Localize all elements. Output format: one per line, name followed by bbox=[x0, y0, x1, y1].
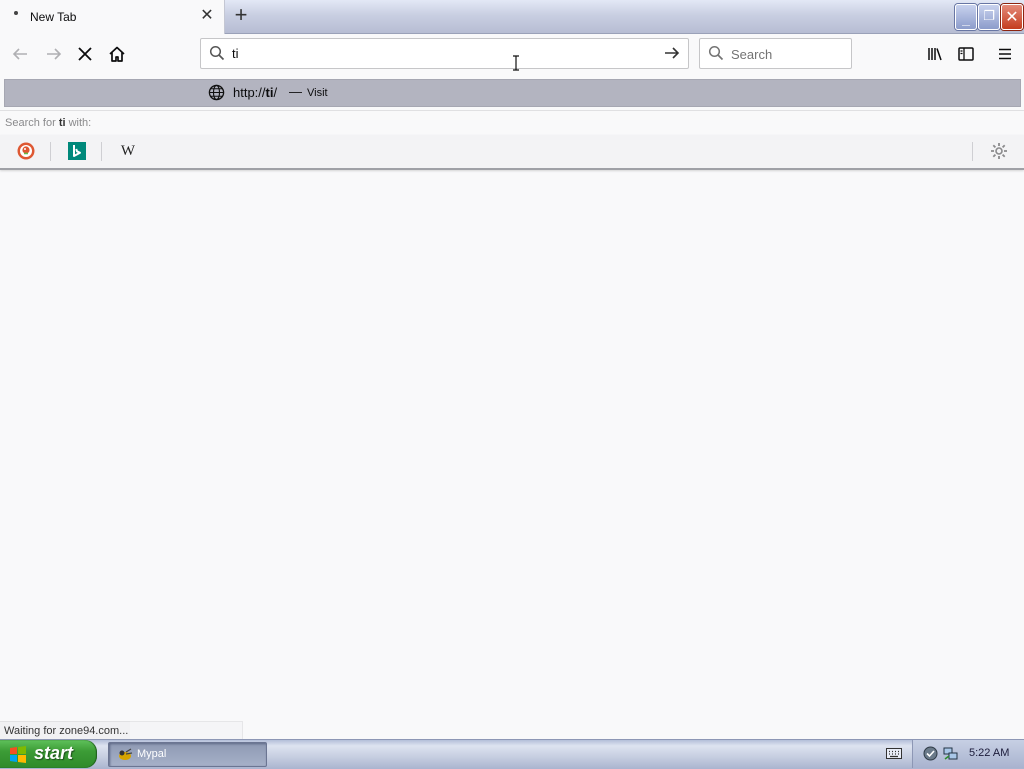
search-icon bbox=[708, 45, 724, 61]
keyboard-icon[interactable] bbox=[886, 746, 902, 760]
library-button[interactable] bbox=[921, 40, 949, 68]
tab-new-tab[interactable]: New Tab ✕ bbox=[0, 0, 225, 34]
forward-button[interactable] bbox=[40, 40, 68, 68]
network-icon[interactable] bbox=[943, 746, 958, 761]
search-for-label: Search for ti with: bbox=[5, 117, 91, 129]
search-for-term: ti bbox=[58, 117, 66, 129]
start-button[interactable]: start bbox=[0, 740, 97, 768]
window-close-button[interactable]: ✕ bbox=[1001, 4, 1023, 30]
status-panel-tail bbox=[130, 721, 243, 740]
text-cursor-icon bbox=[513, 55, 519, 71]
autocomplete-visit-row[interactable]: http://ti/ — Visit bbox=[4, 79, 1021, 107]
home-button[interactable] bbox=[103, 40, 131, 68]
forward-arrow-icon bbox=[47, 48, 62, 60]
wikipedia-engine-button[interactable]: W bbox=[119, 142, 137, 160]
sidebar-icon bbox=[958, 47, 974, 61]
globe-icon bbox=[208, 84, 225, 101]
url-prefix: http:// bbox=[233, 85, 266, 100]
minimize-icon: _ bbox=[962, 11, 970, 27]
sidebar-button[interactable] bbox=[952, 40, 980, 68]
security-shield-icon[interactable] bbox=[923, 746, 938, 761]
tab-loading-icon bbox=[14, 11, 18, 15]
autocomplete-url: http://ti/ bbox=[233, 85, 277, 100]
search-for-prefix: Search for bbox=[5, 117, 59, 129]
go-button[interactable] bbox=[662, 42, 682, 64]
search-for-suffix: with: bbox=[65, 117, 92, 129]
one-off-search-engines: W bbox=[0, 135, 1024, 170]
menu-button[interactable] bbox=[991, 40, 1019, 68]
start-label: start bbox=[34, 743, 74, 763]
tab-title: New Tab bbox=[30, 10, 77, 24]
tab-close-icon[interactable]: ✕ bbox=[199, 7, 215, 25]
hamburger-menu-icon bbox=[999, 48, 1011, 60]
stop-icon bbox=[78, 47, 92, 61]
taskbar-window-label: Mypal bbox=[137, 748, 167, 760]
gear-icon[interactable] bbox=[989, 141, 1009, 161]
engine-separator bbox=[50, 142, 51, 161]
windows-logo-icon bbox=[10, 746, 26, 763]
url-bar[interactable] bbox=[200, 38, 689, 69]
engine-separator bbox=[972, 142, 973, 161]
duckduckgo-engine-button[interactable] bbox=[17, 142, 35, 160]
back-arrow-icon bbox=[12, 48, 27, 60]
restore-icon: ❐ bbox=[983, 8, 995, 23]
go-arrow-icon bbox=[665, 47, 680, 59]
status-panel: Waiting for zone94.com... bbox=[0, 721, 134, 740]
autocomplete-action: Visit bbox=[307, 87, 328, 99]
window-minimize-button[interactable]: _ bbox=[955, 4, 977, 30]
search-for-header: Search for ti with: bbox=[0, 110, 1024, 136]
library-icon bbox=[928, 48, 942, 61]
new-tab-button[interactable]: + bbox=[229, 4, 253, 28]
url-input[interactable] bbox=[232, 44, 652, 62]
taskbar-window-button[interactable]: Mypal bbox=[108, 742, 267, 767]
autocomplete-separator: — bbox=[289, 84, 302, 99]
window-restore-button[interactable]: ❐ bbox=[978, 4, 1000, 30]
mypal-app-icon bbox=[119, 748, 133, 760]
search-bar[interactable] bbox=[699, 38, 852, 69]
url-suffix: / bbox=[273, 85, 278, 100]
back-button[interactable] bbox=[6, 40, 34, 68]
system-tray: 5:22 AM bbox=[912, 740, 1024, 768]
status-text: Waiting for zone94.com... bbox=[4, 725, 129, 737]
stop-button[interactable] bbox=[71, 40, 99, 68]
bing-engine-button[interactable] bbox=[68, 142, 86, 160]
search-input[interactable] bbox=[731, 45, 841, 63]
close-icon: ✕ bbox=[1005, 9, 1019, 26]
home-icon bbox=[109, 46, 125, 62]
clock: 5:22 AM bbox=[969, 747, 1010, 759]
engine-separator bbox=[101, 142, 102, 161]
search-icon bbox=[209, 45, 225, 61]
